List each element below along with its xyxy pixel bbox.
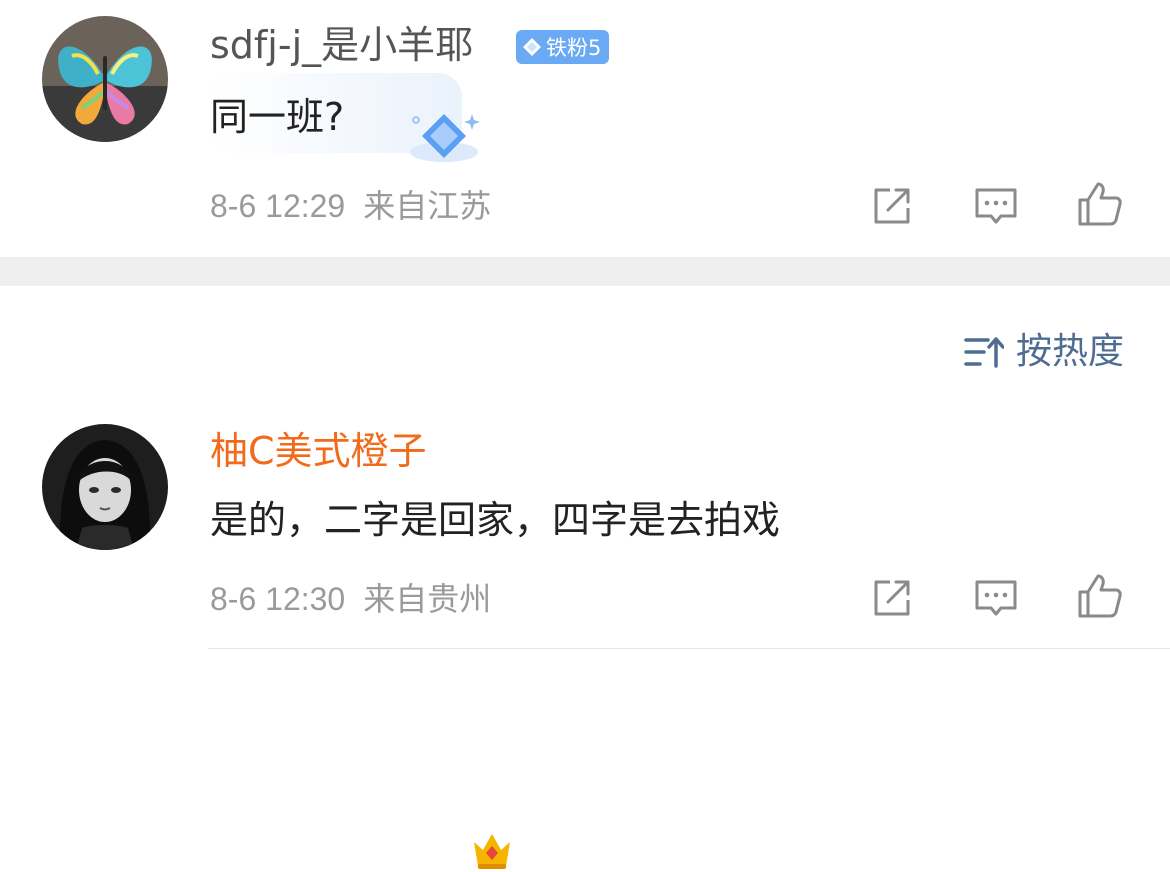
like-button[interactable] xyxy=(1076,180,1124,228)
comment-item-2: 柚C美式橙子 是的，二字是回家，四字是去拍戏 8-6 12:30 来自贵州 xyxy=(0,400,1170,869)
sort-label: 按热度 xyxy=(1015,331,1124,372)
sort-toggle[interactable]: 按热度 xyxy=(964,330,1124,374)
comment-separator xyxy=(208,648,1170,649)
reply-button[interactable] xyxy=(972,574,1020,622)
like-button[interactable] xyxy=(1076,572,1124,620)
comment-text: 是的，二字是回家，四字是去拍戏 xyxy=(210,498,781,542)
thumbs-up-icon xyxy=(1078,574,1122,618)
fan-badge-label: 铁粉5 xyxy=(546,36,602,60)
comment-username[interactable]: 柚C美式橙子 xyxy=(210,428,427,474)
comment-text: 同一班? xyxy=(210,95,345,139)
share-button[interactable] xyxy=(868,574,916,622)
comment-username[interactable]: sdfj-j_是小羊耶 xyxy=(210,22,473,68)
diamond-icon xyxy=(523,38,541,56)
comment-icon xyxy=(975,188,1017,224)
sort-icon xyxy=(964,337,1004,368)
share-button[interactable] xyxy=(868,182,916,230)
comment-location: 来自江苏 xyxy=(363,188,492,224)
share-icon xyxy=(874,188,910,224)
reply-button[interactable] xyxy=(972,182,1020,230)
comment-item-1: sdfj-j_是小羊耶 铁粉5 同一班? 8-6 12:29 来自江苏 xyxy=(0,0,1170,257)
comment-meta: 8-6 12:29 来自江苏 xyxy=(210,186,491,226)
fan-badge[interactable]: 铁粉5 xyxy=(516,30,610,64)
avatar-butterfly[interactable] xyxy=(42,16,168,142)
comment-date: 8-6 12:29 xyxy=(210,188,346,224)
comment-meta: 8-6 12:30 来自贵州 xyxy=(210,579,491,619)
diamond-decoration-icon xyxy=(410,114,480,162)
comment-location: 来自贵州 xyxy=(363,581,492,617)
comment-icon xyxy=(975,580,1017,616)
comment-date: 8-6 12:30 xyxy=(210,581,346,617)
avatar-anime-girl[interactable] xyxy=(42,424,168,550)
thumbs-up-icon xyxy=(1078,182,1122,226)
share-icon xyxy=(874,580,910,616)
section-divider xyxy=(0,257,1170,286)
crown-icon xyxy=(474,834,510,869)
